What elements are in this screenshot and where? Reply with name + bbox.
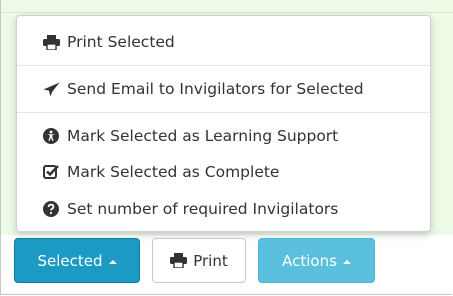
caret-up-icon [342, 259, 351, 264]
question-circle-icon [41, 200, 61, 218]
menu-item-mark-learning-support[interactable]: Mark Selected as Learning Support [17, 121, 430, 151]
menu-divider [17, 65, 430, 66]
table-row-background [1, 0, 453, 12]
menu-item-label: Set number of required Invigilators [67, 200, 339, 218]
print-icon [170, 253, 188, 268]
menu-item-mark-complete[interactable]: Mark Selected as Complete [17, 157, 430, 187]
selected-dropdown-menu: Print Selected Send Email to Invigilator… [16, 15, 431, 232]
menu-item-label: Mark Selected as Complete [67, 163, 280, 181]
menu-divider [17, 112, 430, 113]
send-icon [41, 80, 61, 98]
check-square-icon [41, 163, 61, 181]
menu-item-send-email[interactable]: Send Email to Invigilators for Selected [17, 74, 430, 104]
menu-item-label: Print Selected [67, 33, 175, 51]
actions-dropdown-button[interactable]: Actions [258, 238, 375, 283]
caret-up-icon [108, 259, 117, 264]
actions-button-label: Actions [282, 251, 337, 270]
menu-item-set-required-invigilators[interactable]: Set number of required Invigilators [17, 194, 430, 224]
menu-item-print-selected[interactable]: Print Selected [17, 27, 430, 57]
print-icon [41, 33, 61, 51]
menu-item-label: Send Email to Invigilators for Selected [67, 80, 364, 98]
print-button[interactable]: Print [152, 238, 246, 283]
accessibility-icon [41, 127, 61, 145]
selected-dropdown-button[interactable]: Selected [14, 238, 140, 283]
selected-button-label: Selected [37, 251, 103, 270]
menu-item-label: Mark Selected as Learning Support [67, 127, 339, 145]
print-button-label: Print [193, 251, 228, 270]
